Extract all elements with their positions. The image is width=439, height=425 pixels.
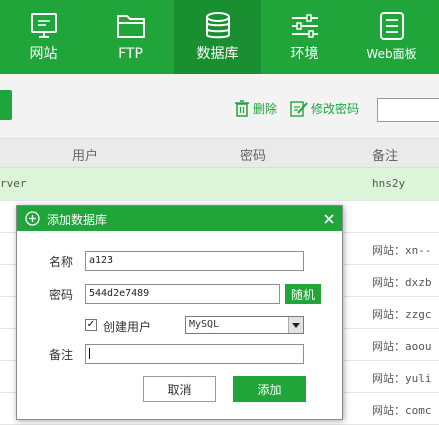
toolbar: 删除 修改密码 <box>0 74 439 138</box>
name-field[interactable]: a123 <box>85 251 304 271</box>
dialog-title: 添加数据库 <box>47 213 108 227</box>
delete-button[interactable]: 删除 <box>234 100 277 117</box>
cell-note: 网站：dxzb <box>372 276 432 289</box>
cell-user: rver <box>0 177 27 190</box>
name-label: 名称 <box>49 255 74 269</box>
cell-note: 网站：xn-- <box>372 244 432 257</box>
trash-icon <box>235 100 249 117</box>
db-type-value: MySQL <box>189 319 220 330</box>
nav-item-database[interactable]: 数据库 <box>174 0 261 74</box>
nav-item-website[interactable]: 网站 <box>0 0 87 74</box>
create-user-checkbox[interactable]: ✓ <box>85 319 97 331</box>
nav-label: 数据库 <box>196 46 239 62</box>
table-header: 用户 密码 备注 <box>0 138 439 168</box>
nav-label: FTP <box>118 46 143 62</box>
password-field[interactable]: 544d2e7489 <box>85 284 280 304</box>
column-header-note: 备注 <box>372 149 399 164</box>
dialog-titlebar: 添加数据库 <box>17 206 342 231</box>
monitor-icon <box>30 13 57 38</box>
nav-label: 环境 <box>290 46 319 62</box>
sliders-icon <box>291 14 318 38</box>
folder-icon <box>116 15 145 38</box>
table-row[interactable]: rver hns2y <box>0 168 439 201</box>
add-database-dialog: 添加数据库 名称 a123 密码 544d2e7489 随机 ✓ 创建用户 My… <box>16 205 343 420</box>
note-field[interactable] <box>85 344 304 364</box>
nav-item-ftp[interactable]: FTP <box>87 0 174 74</box>
search-input[interactable] <box>377 98 439 122</box>
delete-label: 删除 <box>253 102 278 116</box>
nav-label: Web面板 <box>366 47 417 61</box>
nav-label: 网站 <box>29 46 58 62</box>
cancel-button[interactable]: 取消 <box>143 376 216 402</box>
add-button[interactable]: 添加 <box>233 376 306 402</box>
nav-item-web-panel[interactable]: Web面板 <box>348 0 435 74</box>
column-header-user: 用户 <box>72 149 99 164</box>
cell-note: 网站：yuli <box>372 372 432 385</box>
nav-item-environment[interactable]: 环境 <box>261 0 348 74</box>
password-label: 密码 <box>49 288 74 302</box>
chevron-down-icon <box>288 317 303 333</box>
cell-note: hns2y <box>372 177 406 190</box>
column-header-password: 密码 <box>240 149 267 164</box>
close-button[interactable] <box>315 206 342 231</box>
cell-note: 网站：aoou <box>372 340 432 353</box>
cell-note: 网站：comc <box>372 404 432 417</box>
change-password-button[interactable]: 修改密码 <box>290 100 359 117</box>
create-user-label: 创建用户 <box>103 320 152 334</box>
close-icon <box>323 213 334 224</box>
text-cursor <box>89 348 90 359</box>
database-icon <box>205 12 230 39</box>
add-database-button[interactable] <box>0 90 12 120</box>
cell-note: 网站：zzgc <box>372 308 432 321</box>
change-password-label: 修改密码 <box>311 102 360 116</box>
db-type-select[interactable]: MySQL <box>185 316 304 334</box>
random-password-button[interactable]: 随机 <box>285 284 321 304</box>
edit-icon <box>290 101 308 117</box>
note-label: 备注 <box>49 348 74 362</box>
add-circle-icon <box>25 211 40 226</box>
top-nav: 网站 FTP 数据库 环境 Web面板 <box>0 0 439 74</box>
list-icon <box>379 12 404 40</box>
